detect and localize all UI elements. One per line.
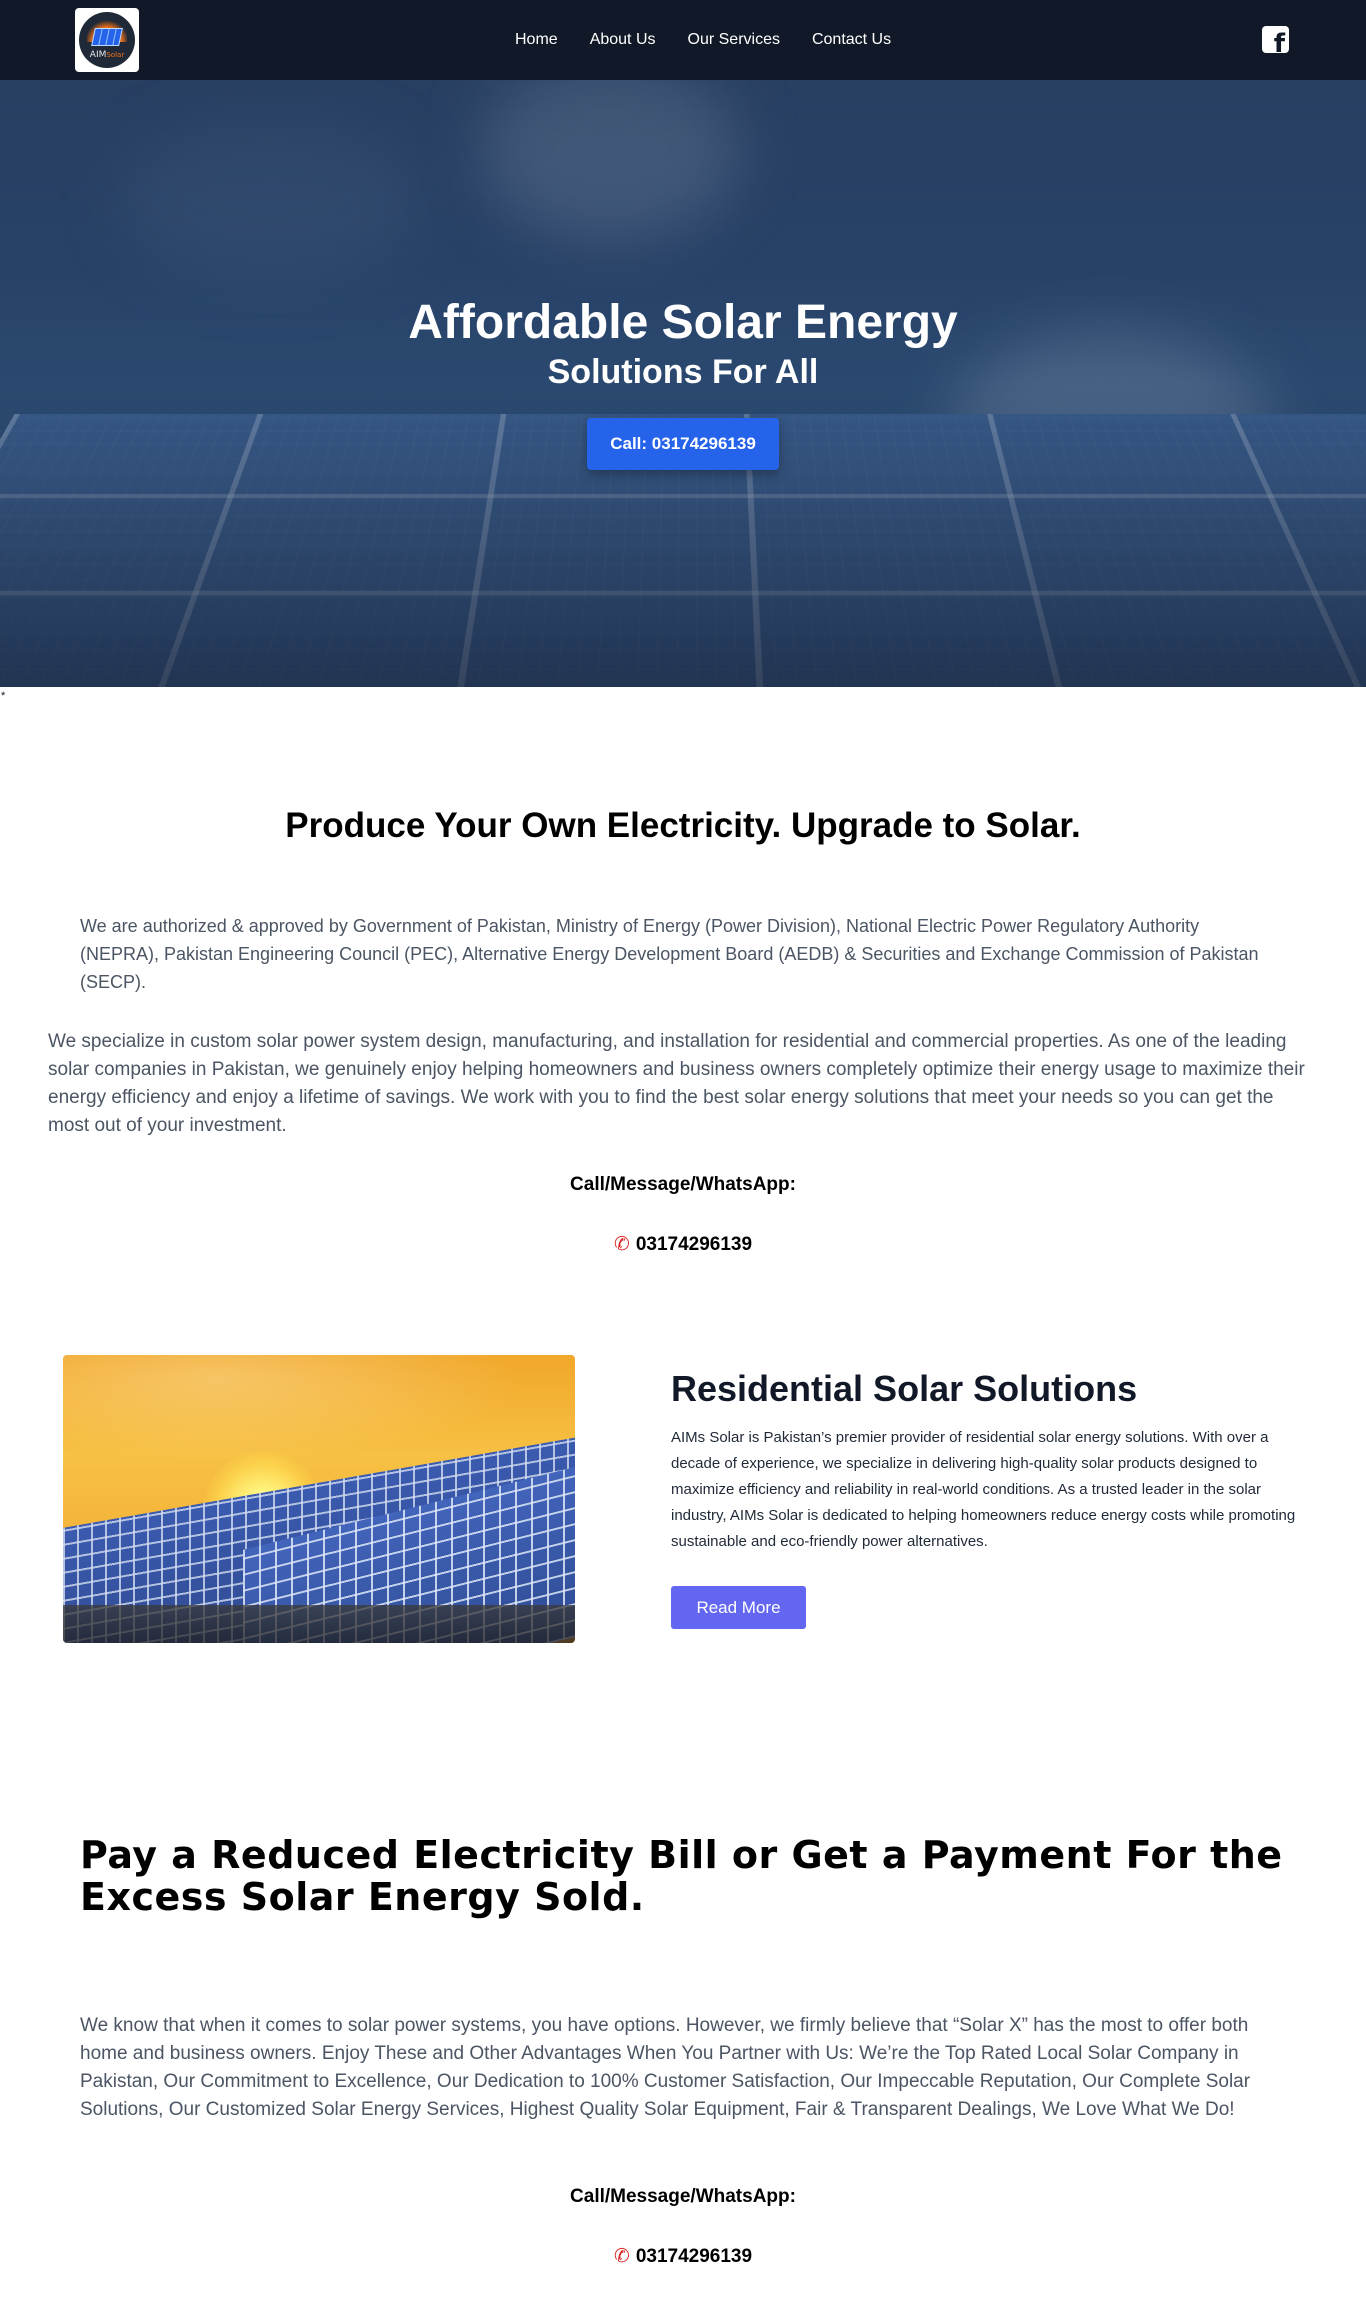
phone-link[interactable]: ✆ 03174296139 — [0, 1233, 1366, 1256]
specialize-text: We specialize in custom solar power syst… — [48, 1028, 1318, 1140]
intro-heading: Produce Your Own Electricity. Upgrade to… — [0, 806, 1366, 846]
nav-services-link[interactable]: Our Services — [688, 31, 780, 49]
bill-text: We know that when it comes to solar powe… — [80, 2012, 1300, 2124]
contact-label: Call/Message/WhatsApp: — [0, 1174, 1366, 1196]
contact-label: Call/Message/WhatsApp: — [0, 2186, 1366, 2208]
call-button[interactable]: Call: 03174296139 — [587, 418, 779, 470]
nav-home-link[interactable]: Home — [515, 31, 558, 49]
logo-text: AIMSolar — [79, 50, 135, 60]
phone-number: 03174296139 — [636, 2246, 752, 2267]
residential-title: Residential Solar Solutions — [671, 1368, 1137, 1410]
logo-panel-graphic — [91, 28, 123, 46]
bill-heading: Pay a Reduced Electricity Bill or Get a … — [80, 1834, 1300, 1918]
top-navbar: AIMSolar Home About Us Our Services Cont… — [0, 0, 1366, 80]
hero-title: Affordable Solar Energy — [0, 295, 1366, 350]
logo-emblem: AIMSolar — [79, 12, 135, 68]
stray-text: * — [1, 690, 5, 702]
nav-contact-link[interactable]: Contact Us — [812, 31, 891, 49]
phone-number: 03174296139 — [636, 1234, 752, 1255]
phone-icon: ✆ — [614, 2245, 630, 2267]
residential-solar-image — [63, 1355, 575, 1643]
hero-subtitle: Solutions For All — [0, 353, 1366, 392]
company-logo[interactable]: AIMSolar — [75, 8, 139, 72]
facebook-icon[interactable]: f — [1262, 26, 1289, 53]
main-menu: Home About Us Our Services Contact Us — [515, 0, 891, 80]
residential-text: AIMs Solar is Pakistan’s premier provide… — [671, 1425, 1311, 1555]
nav-about-link[interactable]: About Us — [590, 31, 656, 49]
hero-banner: Affordable Solar Energy Solutions For Al… — [0, 80, 1366, 687]
phone-link[interactable]: ✆ 03174296139 — [0, 2245, 1366, 2268]
read-more-button[interactable]: Read More — [671, 1586, 806, 1629]
phone-icon: ✆ — [614, 1233, 630, 1255]
authorization-text: We are authorized & approved by Governme… — [80, 912, 1280, 996]
